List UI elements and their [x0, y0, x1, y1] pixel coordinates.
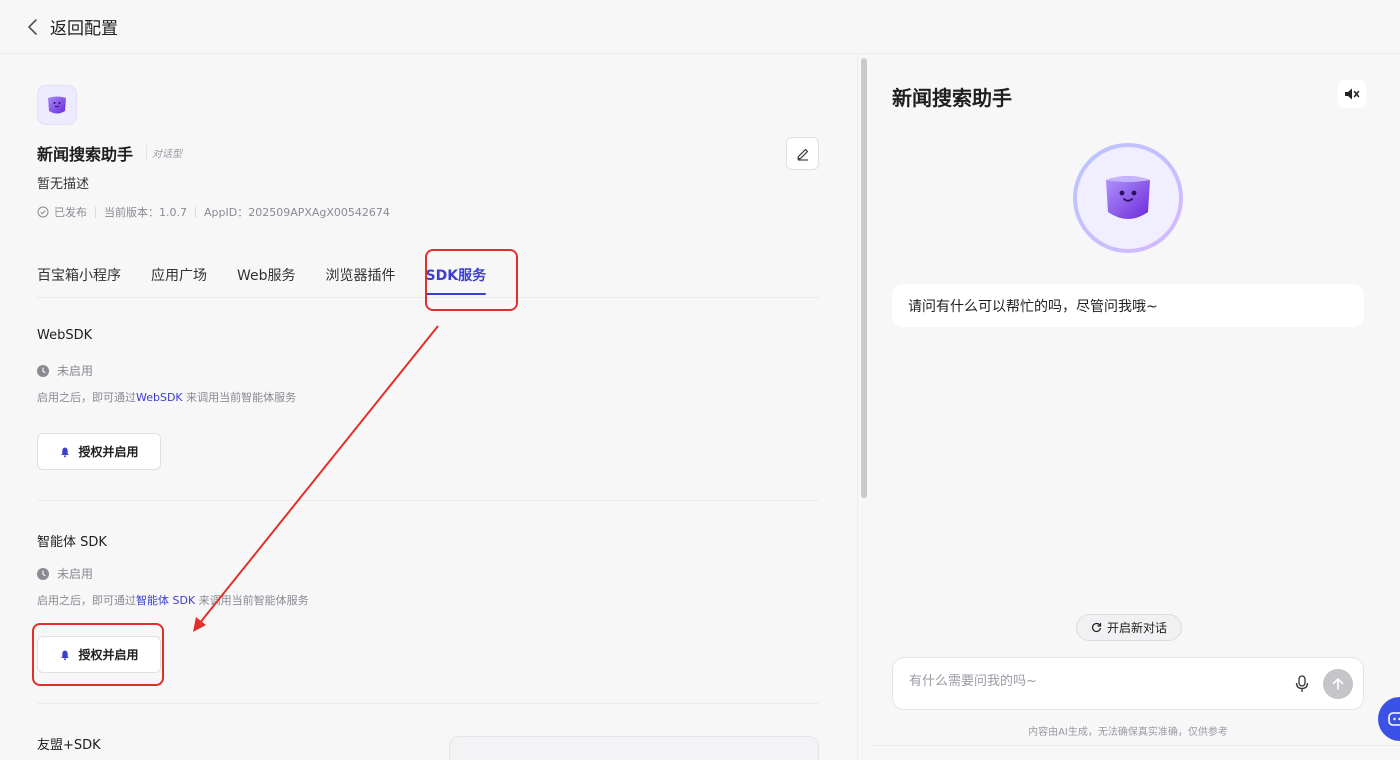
microphone-button[interactable]	[1291, 673, 1313, 695]
mute-button[interactable]	[1338, 80, 1366, 108]
edit-button[interactable]	[786, 137, 819, 170]
back-chevron-icon[interactable]	[24, 18, 42, 36]
authorize-button-highlight-box	[32, 623, 164, 686]
umeng-sdk-card	[449, 736, 819, 760]
tab-web-service[interactable]: Web服务	[237, 265, 296, 295]
tab-mini-program[interactable]: 百宝箱小程序	[37, 265, 121, 295]
agent-sdk-title: 智能体 SDK	[37, 535, 107, 550]
check-circle-icon	[37, 206, 49, 218]
pencil-icon	[796, 148, 808, 161]
websdk-authorize-button[interactable]: 授权并启用	[37, 433, 161, 470]
app-meta: 已发布 当前版本：1.0.7 AppID：202509APXAgX0054267…	[37, 204, 390, 220]
clock-icon	[37, 364, 49, 377]
new-conversation-button[interactable]: 开启新对话	[1076, 614, 1182, 641]
clock-icon	[37, 567, 49, 580]
refresh-icon	[1091, 622, 1102, 633]
app-id: AppID：202509APXAgX00542674	[204, 206, 390, 219]
assistant-greeting-bubble: 请问有什么可以帮忙的吗，尽管问我哦~	[892, 284, 1364, 327]
app-name: 新闻搜索助手	[37, 145, 134, 164]
websdk-status: 未启用	[37, 362, 93, 379]
assistant-avatar	[1073, 143, 1183, 253]
bottom-divider	[870, 745, 1400, 746]
chat-preview-panel: 新闻搜索助手 请问有什么可以帮忙的吗，尽管问我哦~ 开启新对话 内容由AI生	[870, 55, 1400, 760]
agent-sdk-status-text: 未启用	[57, 567, 94, 581]
websdk-link[interactable]: WebSDK	[136, 391, 183, 404]
bell-icon	[59, 446, 71, 458]
app-type-tag: 对话型	[146, 145, 182, 160]
chat-input[interactable]	[909, 674, 1269, 689]
back-to-config-link[interactable]: 返回配置	[50, 14, 118, 39]
tab-app-square[interactable]: 应用广场	[151, 265, 207, 295]
websdk-hint: 启用之后，即可通过WebSDK 来调用当前智能体服务	[37, 391, 297, 404]
tab-browser-plugin[interactable]: 浏览器插件	[326, 265, 396, 295]
left-panel-scrollbar[interactable]	[857, 55, 869, 760]
chat-input-box	[892, 657, 1364, 710]
top-bar: 返回配置	[0, 0, 1400, 54]
agent-sdk-link[interactable]: 智能体 SDK	[136, 594, 195, 607]
arrow-up-icon	[1332, 678, 1344, 690]
app-avatar	[37, 85, 77, 125]
bag-mascot-icon	[48, 96, 66, 114]
umeng-sdk-title: 友盟+SDK	[37, 738, 101, 753]
section-divider	[37, 703, 819, 704]
scrollbar-thumb[interactable]	[861, 58, 867, 498]
agent-sdk-status: 未启用	[37, 565, 93, 582]
sdk-tab-highlight-box	[425, 249, 518, 311]
ai-disclaimer: 内容由AI生成，无法确保真实准确，仅供参考	[1028, 727, 1228, 738]
chat-bot-icon	[1388, 712, 1400, 726]
bag-mascot-icon	[1106, 176, 1150, 219]
websdk-status-text: 未启用	[57, 364, 94, 378]
app-description: 暂无描述	[37, 177, 90, 192]
agent-sdk-hint: 启用之后，即可通过智能体 SDK 来调用当前智能体服务	[37, 594, 309, 607]
current-version: 当前版本：1.0.7	[104, 206, 187, 219]
chat-title: 新闻搜索助手	[892, 86, 1012, 110]
publish-status: 已发布	[54, 206, 87, 219]
section-divider	[37, 500, 819, 501]
speaker-mute-icon	[1345, 88, 1360, 100]
websdk-title: WebSDK	[37, 328, 93, 343]
microphone-icon	[1295, 675, 1309, 692]
send-button[interactable]	[1323, 669, 1353, 699]
